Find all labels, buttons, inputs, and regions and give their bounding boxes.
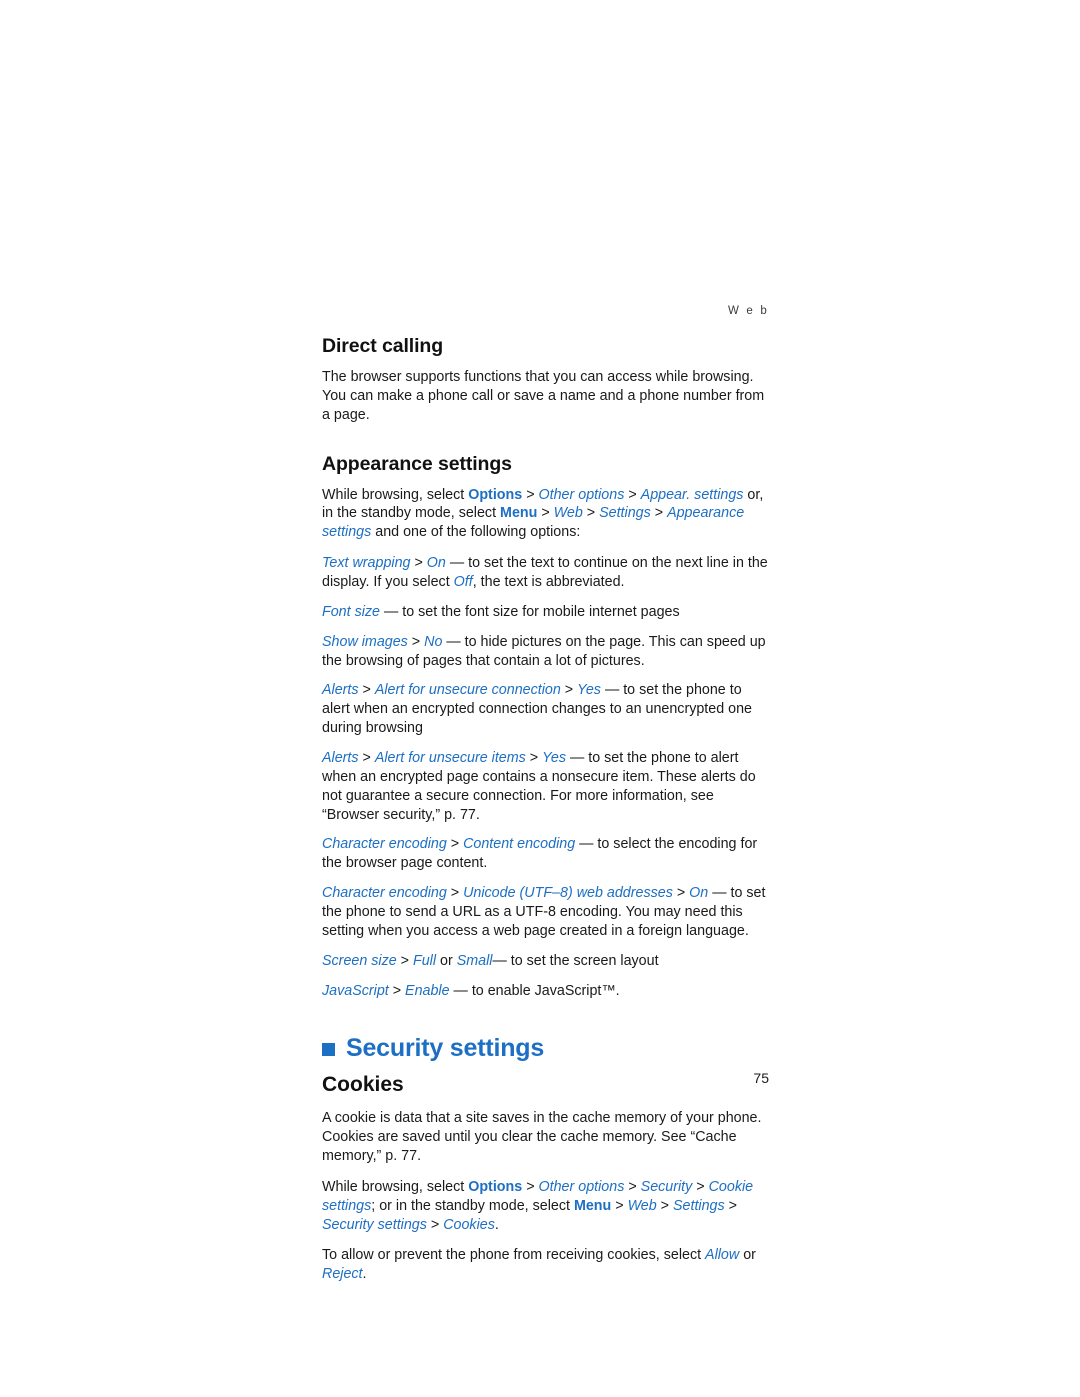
- menu-path-options: Options: [468, 1179, 523, 1196]
- sep: >: [410, 555, 427, 572]
- page-number: 75: [753, 1070, 769, 1086]
- sep: >: [650, 505, 668, 522]
- sep: >: [358, 750, 375, 767]
- menu-path-settings: Settings: [599, 505, 651, 522]
- option-value-alt: Small: [456, 952, 493, 969]
- option-value: Unicode (UTF–8) web addresses: [463, 885, 673, 902]
- menu-path-cookies: Cookies: [443, 1216, 495, 1233]
- option-reject: Reject: [322, 1265, 363, 1282]
- option-value: Alert for unsecure connection: [374, 682, 561, 699]
- option-term: Font size: [322, 603, 381, 620]
- option-font-size: Font size — to set the font size for mob…: [322, 603, 769, 622]
- option-value-alt: On: [689, 885, 709, 902]
- text-intro-tail: and one of the following options:: [371, 524, 581, 541]
- paragraph-cookies-allow-reject: To allow or prevent the phone from recei…: [322, 1246, 769, 1284]
- option-character-encoding-unicode: Character encoding > Unicode (UTF–8) web…: [322, 884, 769, 941]
- menu-path-web: Web: [627, 1197, 657, 1214]
- paragraph-cookies-definition: A cookie is data that a site saves in th…: [322, 1110, 762, 1165]
- option-value: Content encoding: [463, 836, 576, 853]
- option-show-images: Show images > No — to hide pictures on t…: [322, 633, 769, 671]
- option-javascript: JavaScript > Enable — to enable JavaScri…: [322, 982, 769, 1001]
- option-tail: , the text is abbreviated.: [472, 574, 625, 591]
- option-term: Alerts: [322, 750, 359, 767]
- sep: >: [407, 633, 425, 650]
- heading-appearance-settings: Appearance settings: [322, 452, 512, 475]
- option-value: No: [424, 633, 443, 650]
- menu-path-menu: Menu: [500, 505, 538, 522]
- option-allow: Allow: [705, 1246, 740, 1263]
- menu-path-options: Options: [468, 486, 523, 503]
- option-term: JavaScript: [322, 982, 389, 999]
- heading-security-settings: Security settings: [322, 1034, 769, 1063]
- menu-path-security: Security: [640, 1179, 693, 1196]
- sep: >: [446, 836, 464, 853]
- sep: >: [656, 1197, 673, 1214]
- option-term: Character encoding: [322, 836, 447, 853]
- option-value-alt: Yes: [577, 682, 601, 699]
- option-character-encoding-content: Character encoding > Content encoding — …: [322, 835, 769, 873]
- option-description: — to set the screen layout: [492, 952, 659, 969]
- document-page: W e b Direct calling The browser support…: [0, 0, 1080, 1397]
- text-mid: ; or in the standby mode, select: [371, 1197, 574, 1214]
- option-mid: or: [436, 952, 457, 969]
- sep: >: [624, 486, 641, 503]
- menu-path-menu: Menu: [573, 1197, 612, 1214]
- menu-path-appear-settings: Appear. settings: [640, 486, 744, 503]
- sep: >: [446, 885, 464, 902]
- sep: >: [522, 486, 539, 503]
- sep: >: [525, 750, 543, 767]
- paragraph-cookies-path: While browsing, select Options > Other o…: [322, 1178, 769, 1235]
- sep: >: [611, 1197, 628, 1214]
- text-intro-lead: While browsing, select: [322, 486, 469, 503]
- sep: >: [396, 952, 413, 969]
- sep: >: [624, 1179, 641, 1196]
- option-screen-size: Screen size > Full or Small— to set the …: [322, 952, 769, 971]
- option-text-wrapping: Text wrapping > On — to set the text to …: [322, 554, 769, 592]
- text-lead: To allow or prevent the phone from recei…: [322, 1246, 706, 1263]
- sep: >: [672, 885, 690, 902]
- option-term: Show images: [322, 633, 408, 650]
- text-tail: .: [494, 1216, 499, 1233]
- sep: >: [692, 1179, 709, 1196]
- sep: >: [560, 682, 578, 699]
- sep: >: [724, 1197, 737, 1214]
- menu-path-settings: Settings: [673, 1197, 725, 1214]
- sep: >: [537, 505, 554, 522]
- option-term: Text wrapping: [322, 555, 411, 572]
- option-value-alt: Yes: [542, 750, 566, 767]
- option-value: Alert for unsecure items: [374, 750, 526, 767]
- option-description: — to set the font size for mobile intern…: [380, 603, 680, 620]
- option-term: Character encoding: [322, 885, 447, 902]
- paragraph-direct-calling: The browser supports functions that you …: [322, 369, 765, 423]
- sep: >: [426, 1216, 444, 1233]
- paragraph-appearance-intro: While browsing, select Options > Other o…: [322, 486, 769, 543]
- menu-path-other-options: Other options: [538, 486, 625, 503]
- text-lead: While browsing, select: [322, 1179, 469, 1196]
- sep: >: [358, 682, 375, 699]
- option-value: Full: [413, 952, 437, 969]
- running-head: W e b: [727, 305, 769, 317]
- option-alerts-unsecure-items: Alerts > Alert for unsecure items > Yes …: [322, 749, 769, 824]
- page-content: W e b Direct calling The browser support…: [322, 305, 769, 1294]
- option-value-alt: Off: [453, 574, 473, 591]
- option-value: On: [426, 555, 446, 572]
- option-term: Alerts: [322, 682, 359, 699]
- heading-direct-calling: Direct calling: [322, 335, 444, 357]
- sep: >: [388, 982, 406, 999]
- menu-path-security-settings: Security settings: [322, 1216, 427, 1233]
- menu-path-web: Web: [553, 505, 583, 522]
- option-alerts-unsecure-connection: Alerts > Alert for unsecure connection >…: [322, 681, 769, 738]
- option-term: Screen size: [322, 952, 397, 969]
- menu-path-other-options: Other options: [538, 1179, 625, 1196]
- sep: >: [522, 1179, 539, 1196]
- text-mid: or: [739, 1246, 756, 1263]
- square-bullet-icon: [322, 1043, 335, 1057]
- option-value: Enable: [405, 982, 450, 999]
- sep: >: [582, 505, 600, 522]
- text-tail: .: [362, 1265, 367, 1282]
- option-description: — to enable JavaScript™.: [449, 982, 620, 999]
- heading-security-settings-label: Security settings: [346, 1034, 545, 1063]
